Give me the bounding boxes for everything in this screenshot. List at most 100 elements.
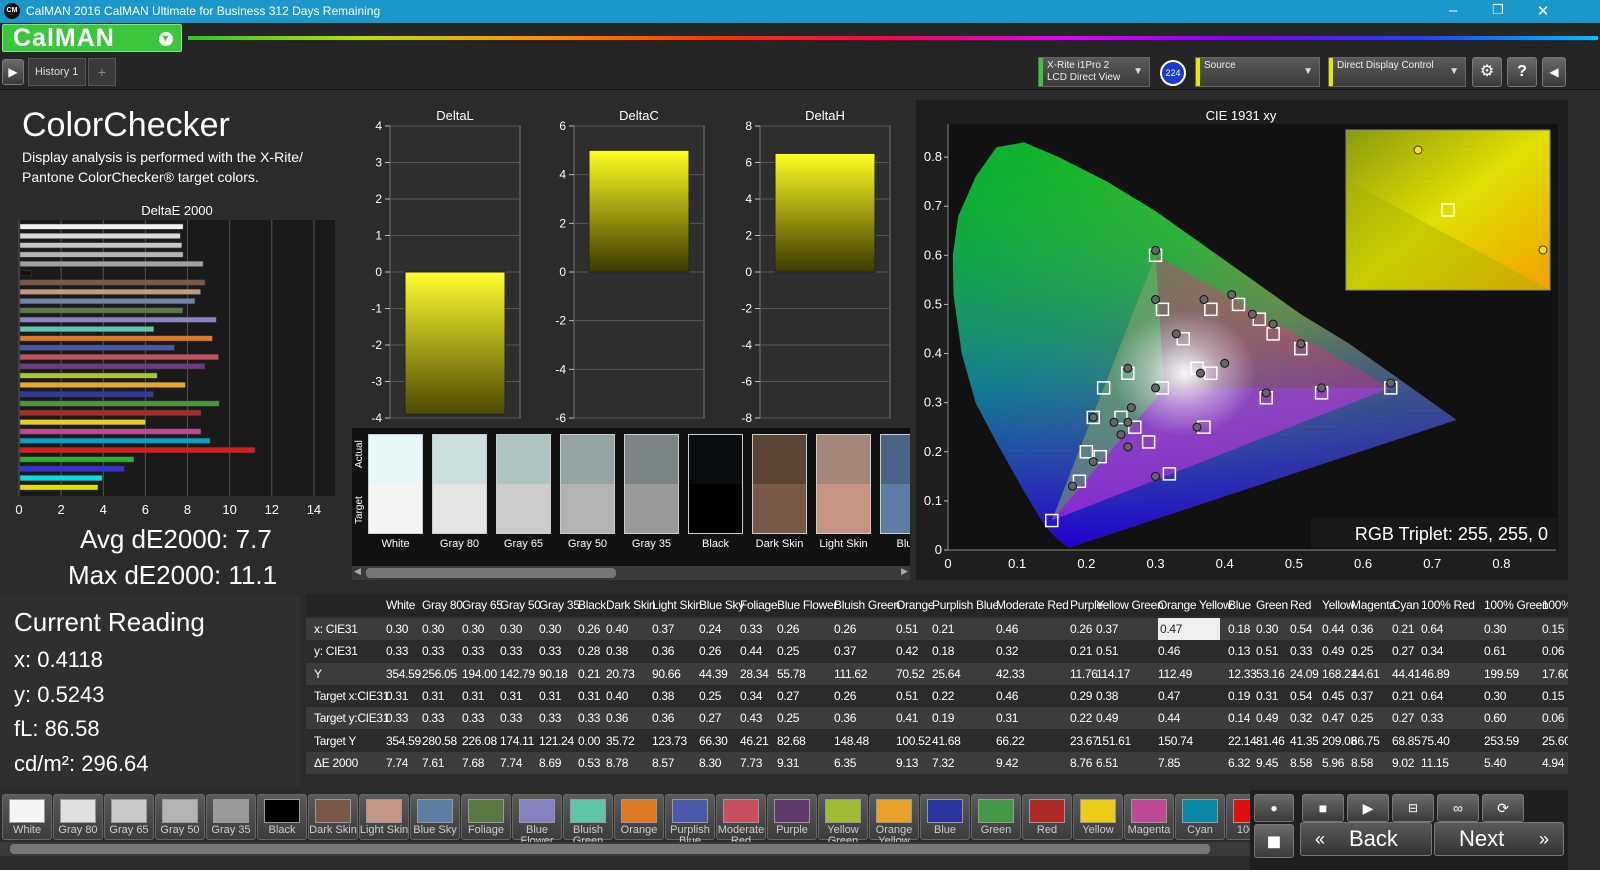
table-cell[interactable]: 0.30 — [1484, 618, 1506, 640]
table-cell[interactable]: 81.46 — [1256, 730, 1285, 752]
table-cell[interactable]: 0.51 — [896, 618, 918, 640]
table-cell[interactable]: 0.26 — [699, 640, 721, 662]
table-cell[interactable]: 25.60 — [1542, 730, 1568, 752]
help-icon[interactable]: ? — [1507, 57, 1537, 87]
table-cell[interactable]: 0.37 — [1096, 618, 1118, 640]
close-button[interactable]: ✕ — [1528, 2, 1558, 20]
table-cell[interactable]: 0.06 — [1542, 707, 1564, 729]
table-cell[interactable]: 41.35 — [1290, 730, 1319, 752]
table-cell[interactable]: 8.57 — [652, 752, 674, 774]
record-button[interactable]: ● — [1254, 794, 1294, 822]
table-cell[interactable]: 6.51 — [1096, 752, 1118, 774]
table-cell[interactable]: 0.36 — [834, 707, 856, 729]
table-cell[interactable]: 0.40 — [606, 685, 628, 707]
table-cell[interactable]: 5.96 — [1322, 752, 1344, 774]
nav-swatch-button[interactable]: Bluish Green — [563, 794, 613, 847]
table-cell[interactable]: 25.64 — [932, 663, 961, 685]
table-cell[interactable]: 0.21 — [1392, 618, 1414, 640]
table-cell[interactable]: 20.73 — [606, 663, 635, 685]
back-button[interactable]: « Back — [1300, 822, 1432, 856]
table-cell[interactable]: 7.32 — [932, 752, 954, 774]
table-cell-selected[interactable]: 0.47 — [1158, 618, 1220, 640]
nav-swatch-button[interactable]: Black — [257, 794, 307, 840]
nav-swatch-button[interactable]: White — [2, 794, 52, 840]
table-cell[interactable]: 0.33 — [539, 640, 561, 662]
table-cell[interactable]: 0.30 — [422, 618, 444, 640]
table-cell[interactable]: 0.18 — [932, 640, 954, 662]
table-cell[interactable]: 9.13 — [896, 752, 918, 774]
table-cell[interactable]: 0.30 — [539, 618, 561, 640]
table-cell[interactable]: 0.30 — [1484, 685, 1506, 707]
table-cell[interactable]: 6.32 — [1228, 752, 1250, 774]
table-cell[interactable]: 55.78 — [777, 663, 806, 685]
table-cell[interactable]: 4.94 — [1542, 752, 1564, 774]
table-cell[interactable]: 9.42 — [996, 752, 1018, 774]
table-cell[interactable]: 0.18 — [1228, 618, 1250, 640]
table-cell[interactable]: 0.42 — [896, 640, 918, 662]
table-cell[interactable]: 23.67 — [1070, 730, 1099, 752]
refresh-button[interactable]: ⟳ — [1482, 794, 1524, 822]
table-cell[interactable]: 0.38 — [652, 685, 674, 707]
table-cell[interactable]: 0.51 — [1096, 640, 1118, 662]
table-cell[interactable]: 8.58 — [1351, 752, 1373, 774]
table-cell[interactable]: 0.30 — [386, 618, 408, 640]
table-cell[interactable]: 90.18 — [539, 663, 568, 685]
table-cell[interactable]: 0.47 — [1158, 685, 1180, 707]
table-cell[interactable]: 0.26 — [777, 618, 799, 640]
table-cell[interactable]: 9.45 — [1256, 752, 1278, 774]
table-cell[interactable]: 0.27 — [699, 707, 721, 729]
table-cell[interactable]: 6.35 — [834, 752, 856, 774]
table-cell[interactable]: 0.31 — [578, 685, 600, 707]
table-cell[interactable]: 82.68 — [777, 730, 806, 752]
table-cell[interactable]: 7.74 — [386, 752, 408, 774]
collapse-icon[interactable]: ◀ — [1542, 57, 1566, 87]
play-icon[interactable]: ▶ — [2, 59, 24, 85]
table-cell[interactable]: 75.40 — [1421, 730, 1450, 752]
table-cell[interactable]: 8.58 — [1290, 752, 1312, 774]
table-cell[interactable]: 35.72 — [606, 730, 635, 752]
table-cell[interactable]: 0.33 — [462, 640, 484, 662]
table-cell[interactable]: 0.36 — [606, 707, 628, 729]
table-cell[interactable]: 0.41 — [896, 707, 918, 729]
table-cell[interactable]: 0.33 — [500, 707, 522, 729]
table-cell[interactable]: 0.21 — [1070, 640, 1092, 662]
nav-swatch-button[interactable]: Dark Skin — [308, 794, 358, 840]
table-cell[interactable]: 0.15 — [1542, 685, 1564, 707]
table-cell[interactable]: 0.33 — [422, 707, 444, 729]
table-cell[interactable]: 0.15 — [1542, 618, 1564, 640]
minimize-button[interactable]: – — [1438, 2, 1468, 19]
table-cell[interactable]: 199.59 — [1484, 663, 1519, 685]
table-cell[interactable]: 0.30 — [500, 618, 522, 640]
table-cell[interactable]: 0.37 — [1351, 685, 1373, 707]
table-cell[interactable]: 0.34 — [1421, 640, 1443, 662]
nav-swatch-button[interactable]: Blue Flower — [512, 794, 562, 847]
table-cell[interactable]: 0.31 — [996, 707, 1018, 729]
tab-history[interactable]: History 1 — [28, 58, 86, 86]
table-cell[interactable]: 0.33 — [740, 618, 762, 640]
table-cell[interactable]: 112.49 — [1158, 663, 1192, 685]
table-cell[interactable]: 0.37 — [652, 618, 674, 640]
maximize-button[interactable]: ❐ — [1483, 2, 1513, 18]
table-cell[interactable]: 0.27 — [1392, 707, 1414, 729]
table-cell[interactable]: 354.59 — [386, 730, 421, 752]
table-cell[interactable]: 226.08 — [462, 730, 497, 752]
table-cell[interactable]: 0.14 — [1228, 707, 1250, 729]
calman-logo-button[interactable]: CalMAN ▾ — [2, 24, 182, 52]
table-cell[interactable]: 0.33 — [386, 707, 408, 729]
swatch-scrollbar[interactable]: ◀ ▶ — [352, 566, 910, 580]
stop-measure-button[interactable]: ◼ — [1254, 824, 1294, 858]
table-cell[interactable]: 0.06 — [1542, 640, 1564, 662]
meter-badge[interactable]: 224 — [1160, 60, 1186, 86]
table-cell[interactable]: 0.36 — [1351, 618, 1373, 640]
table-cell[interactable]: 9.31 — [777, 752, 799, 774]
table-cell[interactable]: 7.61 — [422, 752, 444, 774]
table-cell[interactable]: 0.40 — [606, 618, 628, 640]
nav-swatch-button[interactable]: Cyan — [1175, 794, 1225, 840]
table-cell[interactable]: 0.45 — [1322, 685, 1344, 707]
source-selector[interactable]: Source ▼ — [1195, 57, 1320, 87]
table-cell[interactable]: 0.33 — [500, 640, 522, 662]
table-cell[interactable]: 0.32 — [996, 640, 1018, 662]
table-cell[interactable]: 90.66 — [652, 663, 681, 685]
table-cell[interactable]: 0.30 — [1256, 618, 1278, 640]
table-cell[interactable]: 0.47 — [1322, 707, 1344, 729]
